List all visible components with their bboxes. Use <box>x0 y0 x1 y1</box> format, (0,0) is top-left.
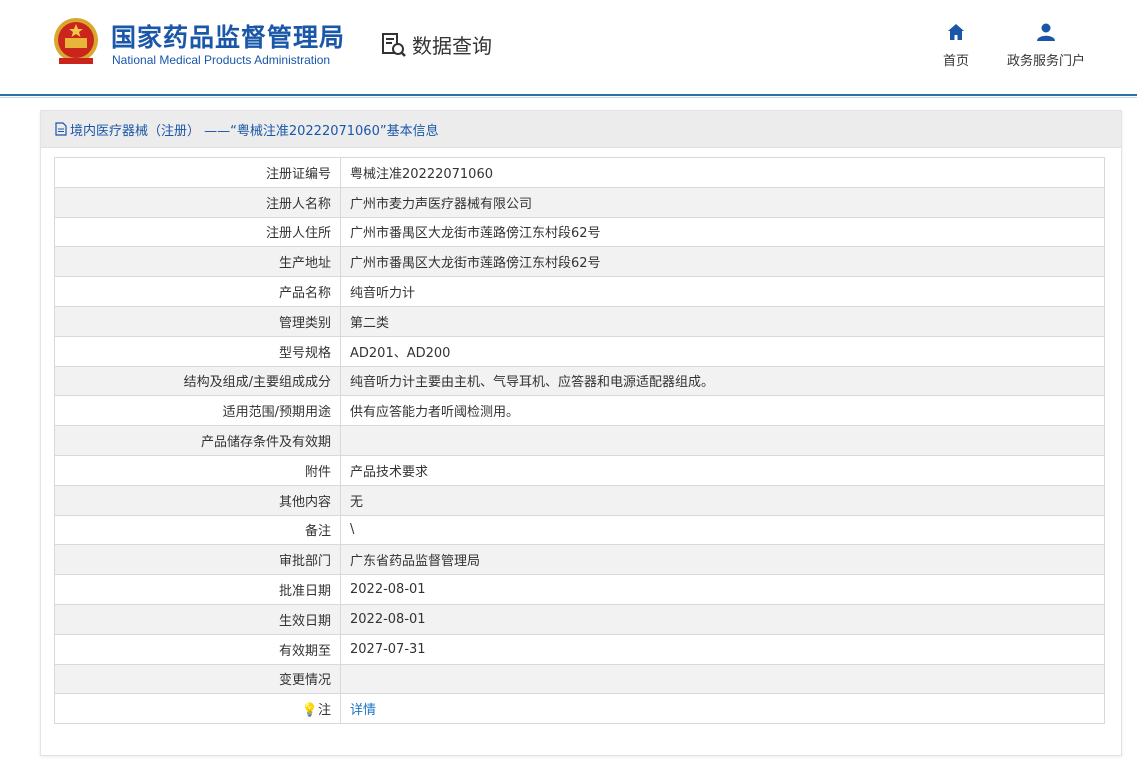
row-value: 产品技术要求 <box>340 454 1105 486</box>
table-row: 产品名称 纯音听力计 <box>54 276 1105 307</box>
row-value: 广州市麦力声医疗器械有限公司 <box>340 186 1105 218</box>
table-row: 注册人名称 广州市麦力声医疗器械有限公司 <box>54 186 1105 218</box>
brand-title: 国家药品监督管理局 <box>111 23 346 52</box>
detail-table: 注册证编号 粤械注准20222071060 注册人名称 广州市麦力声医疗器械有限公司注… <box>54 157 1105 725</box>
table-row: 注册人住所 广州市番禺区大龙街市莲路傍江东村段62号 <box>54 216 1105 248</box>
table-row: 其他内容无 <box>54 484 1105 516</box>
row-key: 产品储存条件及有效期 <box>54 425 341 456</box>
user-icon <box>1037 23 1055 41</box>
nav-portal-label: 政务服务门户 <box>1006 54 1085 69</box>
row-value: 详情 <box>340 693 1105 725</box>
row-key: 审批部门 <box>54 544 341 576</box>
panel-header: 境内医疗器械（注册） ——“粤械注准20222071060”基本信息 <box>41 111 1121 148</box>
nav-home[interactable]: 首页 <box>940 22 972 69</box>
row-value <box>340 663 1105 695</box>
data-query-title: 数据查询 <box>380 30 492 59</box>
note-key: 注 <box>317 703 331 719</box>
table-row: 变更情况 <box>54 663 1105 695</box>
table-row: 产品储存条件及有效期 <box>54 425 1105 456</box>
row-value: 广州市番禺区大龙街市莲路傍江东村段62号 <box>340 246 1105 278</box>
row-value: 2022-08-01 <box>340 574 1105 605</box>
detail-panel: 境内医疗器械（注册） ——“粤械注准20222071060”基本信息 注册证编号… <box>40 110 1122 756</box>
table-row: 生效日期 2022-08-01 <box>54 603 1105 635</box>
row-value: 纯音听力计主要由主机、气导耳机、应答器和电源适配器组成。 <box>340 365 1105 397</box>
row-key: 变更情况 <box>54 663 341 695</box>
row-value: 无 <box>340 484 1105 516</box>
row-key: 有效期至 <box>54 633 341 665</box>
table-row: 型号规格 AD201、AD200 <box>54 335 1105 367</box>
data-query-label: 数据查询 <box>412 34 492 58</box>
table-row-note: 💡注 详情 <box>54 693 1105 725</box>
row-value: 2027-07-31 <box>340 633 1105 665</box>
row-value: 广州市番禺区大龙街市莲路傍江东村段62号 <box>340 216 1105 248</box>
table-row: 备注 \ <box>54 514 1105 546</box>
row-value: 粤械注准20222071060 <box>340 157 1105 188</box>
row-value: 2022-08-01 <box>340 603 1105 635</box>
table-row: 适用范围/预期用途 供有应答能力者听阈检测用。 <box>54 395 1105 427</box>
row-value: \ <box>340 514 1105 546</box>
row-key: 其他内容 <box>54 484 341 516</box>
document-icon <box>55 122 67 136</box>
table-row: 管理类别 第二类 <box>54 305 1105 337</box>
info-bulb-icon: 💡 <box>301 703 318 719</box>
row-key: 备注 <box>54 514 341 546</box>
table-row: 生产地址 广州市番禺区大龙街市莲路傍江东村段62号 <box>54 246 1105 278</box>
row-key: 产品名称 <box>54 276 341 307</box>
row-key: 结构及组成/主要组成成分 <box>54 365 341 397</box>
row-key: 生效日期 <box>54 603 341 635</box>
home-icon <box>948 24 964 40</box>
brand-subtitle: National Medical Products Administration <box>112 53 331 67</box>
row-value: 纯音听力计 <box>340 276 1105 307</box>
table-row: 附件 产品技术要求 <box>54 454 1105 486</box>
row-key: 批准日期 <box>54 574 341 605</box>
panel-title: 境内医疗器械（注册） ——“粤械注准20222071060”基本信息 <box>70 123 439 139</box>
nav-home-label: 首页 <box>942 54 969 69</box>
table-row: 审批部门 广东省药品监督管理局 <box>54 544 1105 576</box>
national-emblem-icon <box>54 18 98 64</box>
table-row: 批准日期 2022-08-01 <box>54 574 1105 605</box>
table-row: 结构及组成/主要组成成分 纯音听力计主要由主机、气导耳机、应答器和电源适配器组成。 <box>54 365 1105 397</box>
nav-portal[interactable]: 政务服务门户 <box>1005 22 1087 69</box>
row-key: 💡注 <box>54 693 341 725</box>
row-value <box>340 425 1105 456</box>
row-key: 型号规格 <box>54 335 341 367</box>
row-value: 第二类 <box>340 305 1105 337</box>
detail-link[interactable]: 详情 <box>350 703 376 718</box>
row-key: 附件 <box>54 454 341 486</box>
data-search-icon <box>382 32 406 57</box>
row-key: 生产地址 <box>54 246 341 278</box>
row-value: 广东省药品监督管理局 <box>340 544 1105 576</box>
row-key: 适用范围/预期用途 <box>54 395 341 427</box>
table-row: 注册证编号 粤械注准20222071060 <box>54 157 1105 188</box>
table-row: 有效期至 2027-07-31 <box>54 633 1105 665</box>
site-header: 国家药品监督管理局 National Medical Products Admi… <box>0 0 1137 98</box>
row-key: 注册人名称 <box>54 186 341 218</box>
row-key: 管理类别 <box>54 305 341 337</box>
row-value: AD201、AD200 <box>340 335 1105 367</box>
row-key: 注册证编号 <box>54 157 341 188</box>
row-value: 供有应答能力者听阈检测用。 <box>340 395 1105 427</box>
row-key: 注册人住所 <box>54 216 341 248</box>
